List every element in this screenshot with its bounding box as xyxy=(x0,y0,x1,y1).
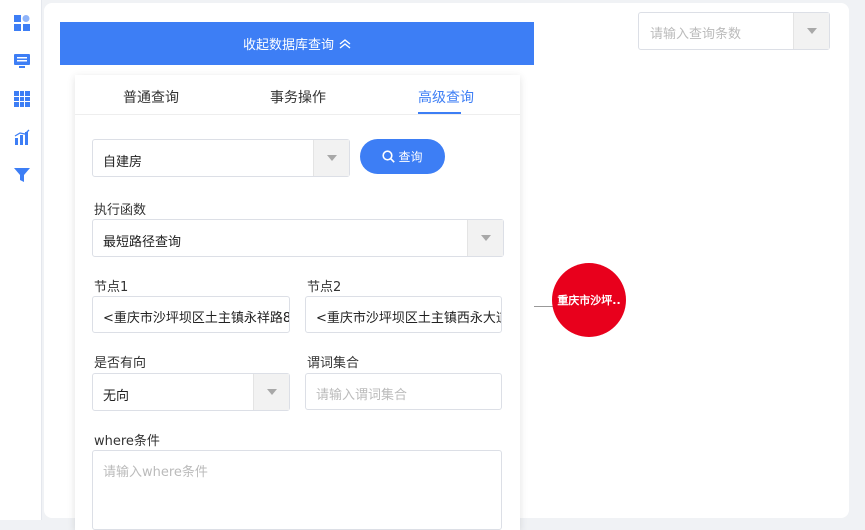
query-button[interactable]: 查询 xyxy=(360,139,445,174)
graph-edge xyxy=(534,306,554,307)
chevron-up-icon xyxy=(339,38,351,49)
monitor-icon[interactable] xyxy=(13,52,30,69)
collapse-button-label: 收起数据库查询 xyxy=(242,38,334,53)
node2-label: 节点2 xyxy=(307,280,342,295)
node2-input[interactable]: <重庆市沙坪坝区土主镇西永大道 xyxy=(305,296,502,333)
where-textarea[interactable]: 请输入where条件 xyxy=(92,450,502,530)
chevron-down-icon[interactable] xyxy=(313,140,349,176)
query-count-placeholder: 请输入查询条数 xyxy=(650,27,742,42)
where-placeholder: 请输入where条件 xyxy=(103,465,208,480)
directed-label: 是否有向 xyxy=(94,356,147,371)
function-value: 最短路径查询 xyxy=(103,235,182,250)
graph-node[interactable]: 重庆市沙坪.. xyxy=(552,263,626,337)
filter-icon[interactable] xyxy=(13,166,30,183)
collapse-db-query-button[interactable]: 收起数据库查询 xyxy=(60,22,534,65)
directed-select[interactable]: 无向 xyxy=(92,373,290,411)
chevron-down-icon[interactable] xyxy=(253,374,289,410)
predicate-input[interactable]: 请输入谓词集合 xyxy=(305,373,502,410)
query-tabs: 普通查询 事务操作 高级查询 xyxy=(75,75,520,115)
chart-icon[interactable] xyxy=(13,128,30,145)
chevron-down-icon[interactable] xyxy=(793,13,829,49)
where-label: where条件 xyxy=(94,434,160,449)
node1-value: <重庆市沙坪坝区土主镇永祥路8 xyxy=(103,311,290,326)
dashboard-icon[interactable] xyxy=(13,14,30,31)
directed-value: 无向 xyxy=(103,389,130,404)
node1-input[interactable]: <重庆市沙坪坝区土主镇永祥路8 xyxy=(92,296,290,333)
search-icon xyxy=(382,150,396,163)
sidebar xyxy=(0,0,42,520)
node2-value: <重庆市沙坪坝区土主镇西永大道 xyxy=(316,311,502,326)
tab-transaction[interactable]: 事务操作 xyxy=(270,87,326,107)
entity-type-value: 自建房 xyxy=(103,155,143,170)
graph-node-label: 重庆市沙坪.. xyxy=(557,294,621,307)
query-count-select[interactable]: 请输入查询条数 xyxy=(638,12,830,50)
query-button-label: 查询 xyxy=(398,150,423,164)
entity-type-select[interactable]: 自建房 xyxy=(92,139,350,177)
predicate-label: 谓词集合 xyxy=(307,356,360,371)
tab-normal-query[interactable]: 普通查询 xyxy=(123,87,179,107)
node1-label: 节点1 xyxy=(94,280,129,295)
chevron-down-icon[interactable] xyxy=(467,220,503,256)
grid-icon[interactable] xyxy=(13,90,30,107)
active-tab-indicator xyxy=(418,112,461,114)
tab-advanced-query[interactable]: 高级查询 xyxy=(418,87,474,107)
function-label: 执行函数 xyxy=(94,203,147,218)
function-select[interactable]: 最短路径查询 xyxy=(92,219,504,257)
predicate-placeholder: 请输入谓词集合 xyxy=(316,388,408,403)
